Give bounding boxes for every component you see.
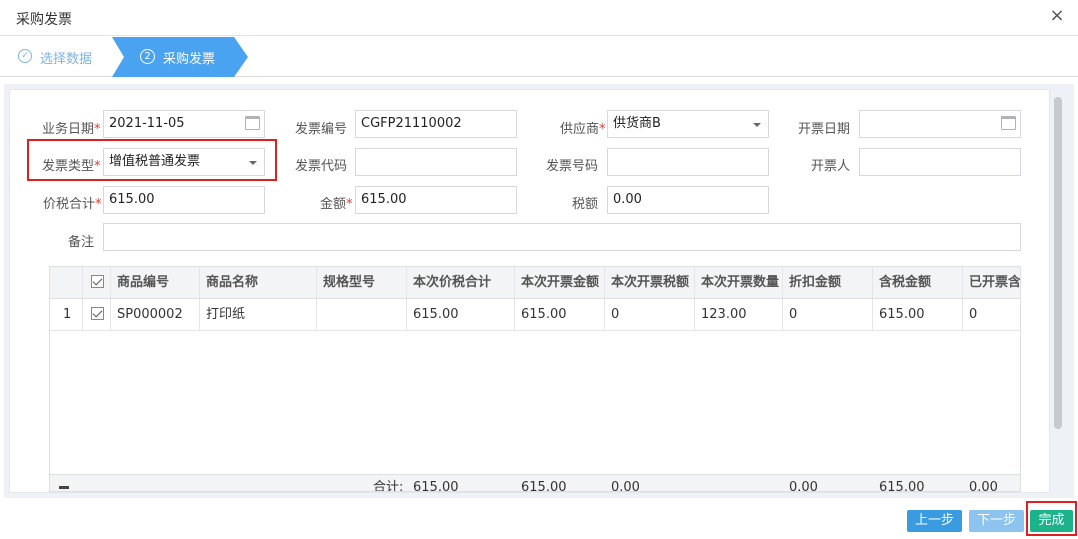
highlight-box	[1026, 501, 1077, 536]
dialog-titlebar: 采购发票 ×	[0, 0, 1078, 36]
col-header[interactable]: 商品名称	[200, 267, 317, 298]
col-header[interactable]: 商品编号	[111, 267, 200, 298]
table-row[interactable]: 1 SP000002 打印纸 615.00 615.00 0 123.00 0 …	[50, 299, 1020, 331]
col-header[interactable]: 含税金额	[873, 267, 963, 298]
amount-label: 金额*	[320, 197, 353, 212]
table-cell: 0	[605, 299, 695, 330]
table-cell: SP000002	[111, 299, 200, 330]
checkbox-icon	[91, 275, 104, 288]
row-index: 1	[50, 299, 83, 330]
prev-step-button[interactable]: 上一步	[907, 510, 962, 532]
circled-2-icon: 2	[140, 49, 155, 64]
biz-date-input[interactable]: 2021-11-05	[103, 110, 265, 138]
invoice-code-label: 发票代码	[295, 159, 348, 174]
total-input[interactable]: 615.00	[103, 186, 265, 214]
scrollbar-thumb[interactable]	[1054, 97, 1062, 429]
calendar-icon[interactable]	[1001, 116, 1016, 130]
tax-input[interactable]: 0.00	[607, 186, 769, 214]
select-all-checkbox[interactable]	[83, 267, 111, 298]
table-cell: 0	[963, 299, 1020, 330]
invoice-items-table: 商品编号 商品名称 规格型号 本次价税合计 本次开票金额 本次开票税额 本次开票…	[49, 266, 1021, 492]
biz-date-label: 业务日期*	[42, 122, 101, 137]
col-header[interactable]: 折扣金额	[783, 267, 873, 298]
footer-label: 合计:	[373, 480, 404, 492]
checkbox-icon	[91, 307, 104, 320]
col-index	[50, 267, 83, 298]
invoice-code-input[interactable]	[355, 148, 517, 176]
dialog-title: 采购发票	[16, 12, 72, 28]
col-header[interactable]: 本次开票税额	[605, 267, 695, 298]
issue-date-label: 开票日期	[798, 122, 851, 137]
invoice-number-input[interactable]	[607, 148, 769, 176]
col-header[interactable]: 本次开票数量	[695, 267, 783, 298]
next-step-button[interactable]: 下一步	[969, 510, 1024, 532]
row-checkbox[interactable]	[83, 299, 111, 330]
step-label: 选择数据	[40, 52, 93, 67]
table-cell: 615.00	[515, 299, 605, 330]
col-header[interactable]: 已开票含	[963, 267, 1020, 298]
footer-cell: 0.00	[969, 480, 998, 492]
wizard-steps: ✓ 选择数据 2 采购发票	[0, 37, 1078, 77]
step-purchase-invoice[interactable]: 2 采购发票	[112, 37, 248, 77]
remark-input[interactable]	[103, 223, 1021, 251]
collapse-icon[interactable]	[59, 486, 69, 489]
col-header[interactable]: 本次价税合计	[407, 267, 515, 298]
table-cell	[317, 299, 407, 330]
footer-cell: 0.00	[611, 480, 640, 492]
footer-cell: 615.00	[413, 480, 459, 492]
check-circle-icon: ✓	[18, 49, 32, 63]
table-cell: 打印纸	[200, 299, 317, 330]
invoice-number-label: 发票号码	[546, 159, 599, 174]
table-cell: 615.00	[407, 299, 515, 330]
footer-cell: 0.00	[789, 480, 818, 492]
chevron-down-icon	[753, 123, 761, 127]
table-footer: 合计: 615.00 615.00 0.00 0.00 615.00 0.00	[50, 474, 1020, 492]
invoice-no-input[interactable]: CGFP21110002	[355, 110, 517, 138]
table-header: 商品编号 商品名称 规格型号 本次价税合计 本次开票金额 本次开票税额 本次开票…	[50, 267, 1020, 299]
issuer-input[interactable]	[859, 148, 1021, 176]
footer-cell: 615.00	[879, 480, 925, 492]
calendar-icon[interactable]	[245, 116, 260, 130]
issuer-label: 开票人	[811, 159, 851, 174]
close-icon[interactable]: ×	[1046, 5, 1068, 27]
step-label: 采购发票	[163, 52, 216, 67]
table-cell: 0	[783, 299, 873, 330]
supplier-select[interactable]: 供货商B	[607, 110, 769, 138]
amount-input[interactable]: 615.00	[355, 186, 517, 214]
remark-label: 备注	[68, 235, 95, 250]
tax-label: 税额	[572, 197, 599, 212]
col-header[interactable]: 规格型号	[317, 267, 407, 298]
table-cell: 615.00	[873, 299, 963, 330]
supplier-label: 供应商*	[560, 122, 606, 137]
total-label: 价税合计*	[43, 197, 102, 212]
footer-cell: 615.00	[521, 480, 567, 492]
invoice-no-label: 发票编号	[295, 122, 348, 137]
step-select-data[interactable]: ✓ 选择数据	[0, 37, 112, 77]
footer-cell	[695, 475, 783, 491]
col-header[interactable]: 本次开票金额	[515, 267, 605, 298]
highlight-box	[27, 139, 277, 181]
issue-date-input[interactable]	[859, 110, 1021, 138]
table-cell: 123.00	[695, 299, 783, 330]
